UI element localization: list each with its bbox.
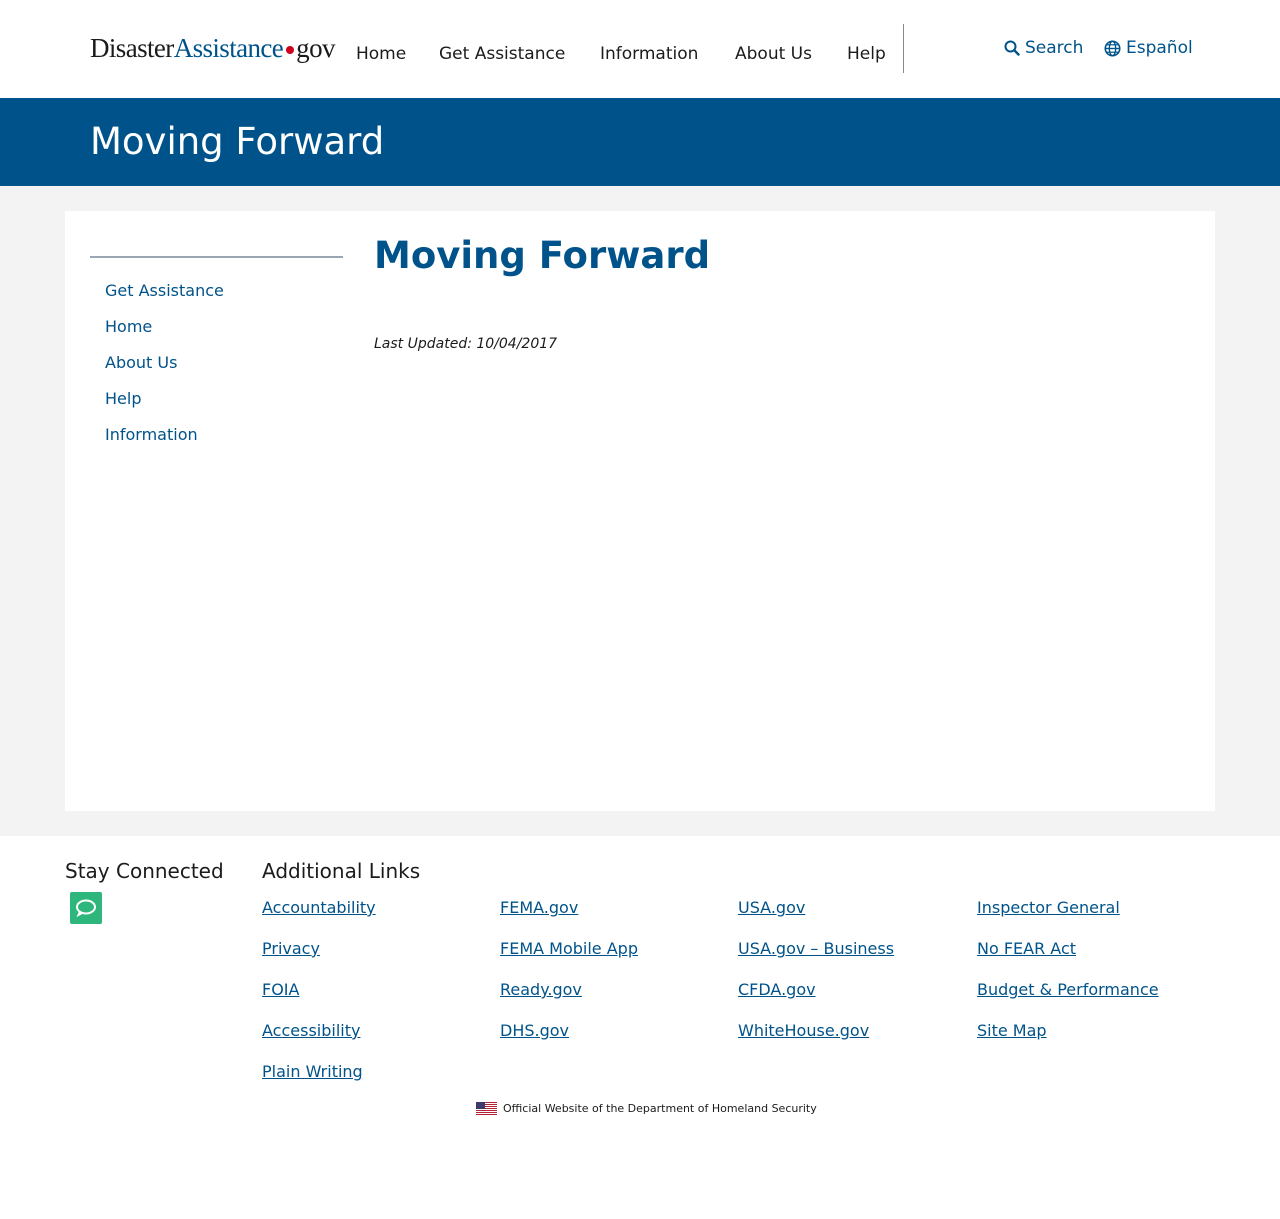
sidebar-item-home[interactable]: Home bbox=[105, 317, 152, 336]
logo-part-assistance: Assistance bbox=[173, 33, 284, 63]
footer-link-foia[interactable]: FOIA bbox=[262, 980, 299, 999]
nav-about-us[interactable]: About Us bbox=[735, 44, 812, 64]
footer-link-dhs[interactable]: DHS.gov bbox=[500, 1021, 569, 1040]
footer-link-fema[interactable]: FEMA.gov bbox=[500, 898, 578, 917]
search-label: Search bbox=[1025, 38, 1084, 58]
footer-link-ready[interactable]: Ready.gov bbox=[500, 980, 582, 999]
footer-link-fema-mobile-app[interactable]: FEMA Mobile App bbox=[500, 939, 638, 958]
logo-part-gov: gov bbox=[296, 33, 335, 63]
page-title: Moving Forward bbox=[374, 234, 711, 277]
footer-link-plain-writing[interactable]: Plain Writing bbox=[262, 1062, 363, 1081]
sidebar-rule bbox=[90, 256, 343, 258]
nav-get-assistance[interactable]: Get Assistance bbox=[439, 44, 565, 64]
sidebar-item-about-us[interactable]: About Us bbox=[105, 353, 177, 372]
content-card bbox=[65, 211, 1215, 811]
nav-divider bbox=[903, 24, 904, 73]
footer-link-site-map[interactable]: Site Map bbox=[977, 1021, 1047, 1040]
official-website-note: Official Website of the Department of Ho… bbox=[476, 1102, 817, 1115]
footer-link-usa-business[interactable]: USA.gov – Business bbox=[738, 939, 894, 958]
footer-link-privacy[interactable]: Privacy bbox=[262, 939, 320, 958]
nav-home[interactable]: Home bbox=[356, 44, 406, 64]
footer-link-whitehouse[interactable]: WhiteHouse.gov bbox=[738, 1021, 869, 1040]
language-link[interactable]: Español bbox=[1104, 38, 1193, 58]
sidebar-item-help[interactable]: Help bbox=[105, 389, 141, 408]
footer-link-no-fear-act[interactable]: No FEAR Act bbox=[977, 939, 1076, 958]
footer-link-cfda[interactable]: CFDA.gov bbox=[738, 980, 816, 999]
official-website-text: Official Website of the Department of Ho… bbox=[503, 1102, 817, 1115]
footer-link-accountability[interactable]: Accountability bbox=[262, 898, 376, 917]
language-label: Español bbox=[1126, 38, 1193, 58]
banner-title: Moving Forward bbox=[90, 120, 385, 163]
footer-link-accessibility[interactable]: Accessibility bbox=[262, 1021, 360, 1040]
chat-bubble-icon bbox=[76, 899, 96, 918]
search-link[interactable]: Search bbox=[1004, 38, 1083, 58]
footer-link-budget-performance[interactable]: Budget & Performance bbox=[977, 980, 1159, 999]
last-updated: Last Updated: 10/04/2017 bbox=[374, 336, 558, 352]
footer-link-inspector-general[interactable]: Inspector General bbox=[977, 898, 1120, 917]
nav-help[interactable]: Help bbox=[847, 44, 886, 64]
site-header: DisasterAssistance gov Home Get Assistanc… bbox=[0, 0, 1280, 98]
chat-button[interactable] bbox=[70, 892, 102, 924]
sidebar-item-information[interactable]: Information bbox=[105, 425, 198, 444]
stay-connected-heading: Stay Connected bbox=[65, 859, 224, 883]
page-banner: Moving Forward bbox=[0, 98, 1280, 186]
logo-dot bbox=[286, 45, 295, 54]
footer-link-usa[interactable]: USA.gov bbox=[738, 898, 805, 917]
search-icon bbox=[1004, 40, 1020, 56]
additional-links-heading: Additional Links bbox=[262, 859, 421, 883]
nav-information[interactable]: Information bbox=[600, 44, 698, 64]
globe-icon bbox=[1104, 39, 1121, 57]
us-flag-icon bbox=[476, 1102, 497, 1115]
sidebar-item-get-assistance[interactable]: Get Assistance bbox=[105, 281, 224, 300]
site-logo[interactable]: DisasterAssistance gov bbox=[90, 33, 335, 64]
logo-part-disaster: Disaster bbox=[90, 33, 174, 63]
